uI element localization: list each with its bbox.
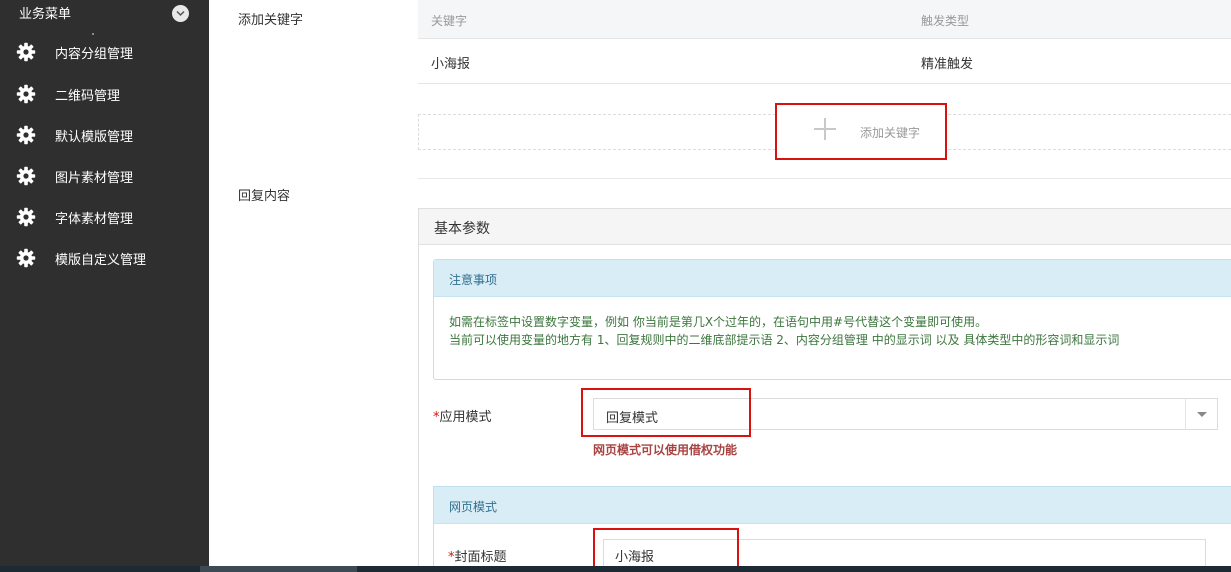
dropdown-arrow-icon[interactable] — [1185, 399, 1217, 429]
add-keyword-button-label: 添加关键字 — [860, 126, 921, 140]
sidebar-item-font-assets[interactable]: 字体素材管理 — [0, 198, 209, 234]
gear-icon — [16, 248, 36, 268]
web-mode-title: 网页模式 — [449, 500, 498, 514]
gear-icon — [16, 84, 36, 104]
notice-line: 当前可以使用变量的地方有 1、回复规则中的二维底部提示语 2、内容分组管理 中的… — [449, 333, 1120, 347]
gear-icon — [16, 166, 36, 186]
panel-header: 基本参数 — [419, 209, 1231, 245]
keyword-cell: 小海报 — [431, 57, 471, 72]
notice-header: 注意事项 — [434, 260, 1231, 297]
panel-title: 基本参数 — [434, 221, 490, 237]
add-keyword-label: 添加关键字 — [238, 13, 304, 28]
sidebar-item-label: 字体素材管理 — [55, 212, 134, 227]
add-keyword-button[interactable]: 添加关键字 — [775, 103, 947, 160]
taskbar-item[interactable] — [200, 566, 357, 572]
table-row[interactable]: 小海报 精准触发 — [418, 39, 1231, 84]
app-mode-label-text: 应用模式 — [439, 410, 492, 425]
app-mode-label: *应用模式 — [433, 406, 492, 425]
column-header-trigger-type: 触发类型 — [921, 14, 970, 28]
reply-content-label: 回复内容 — [238, 189, 291, 204]
web-mode-header: 网页模式 — [434, 487, 1231, 524]
sidebar-item-label: 图片素材管理 — [55, 171, 134, 186]
cover-title-label: *封面标题 — [448, 546, 507, 565]
sidebar-item-content-groups[interactable]: 内容分组管理 — [0, 33, 209, 69]
sidebar-item-label: 内容分组管理 — [55, 47, 134, 62]
keyword-table-header: 关键字 触发类型 — [418, 0, 1231, 39]
sidebar-item-label: 默认模版管理 — [55, 130, 134, 145]
sidebar-item-qrcode[interactable]: 二维码管理 — [0, 75, 209, 111]
sidebar-item-image-assets[interactable]: 图片素材管理 — [0, 157, 209, 193]
notice-line: 如需在标签中设置数字变量，例如 你当前是第几X个过年的，在语句中用#号代替这个变… — [449, 315, 988, 329]
sidebar-item-label: 模版自定义管理 — [55, 253, 147, 268]
app-mode-selected-value: 回复模式 — [606, 411, 659, 426]
chevron-down-icon[interactable] — [172, 5, 189, 22]
sidebar-item-label: 二维码管理 — [55, 89, 121, 104]
notice-title: 注意事项 — [449, 273, 498, 287]
sidebar: 业务菜单 内容分组管理 二维码管理 默认模版管理 图片素材管理 字体素材管理 模… — [0, 0, 209, 572]
notice-box: 注意事项 如需在标签中设置数字变量，例如 你当前是第几X个过年的，在语句中用#号… — [433, 259, 1231, 380]
column-header-keyword: 关键字 — [431, 14, 468, 28]
sidebar-item-custom-templates[interactable]: 模版自定义管理 — [0, 239, 209, 275]
gear-icon — [16, 207, 36, 227]
app-mode-select[interactable]: 回复模式 — [593, 398, 1218, 430]
trigger-type-cell: 精准触发 — [921, 57, 974, 72]
sidebar-title: 业务菜单 — [19, 7, 72, 22]
sidebar-item-default-templates[interactable]: 默认模版管理 — [0, 116, 209, 152]
gear-icon — [16, 125, 36, 145]
divider — [418, 178, 1231, 179]
taskbar — [0, 566, 1231, 572]
app-mode-hint: 网页模式可以使用借权功能 — [593, 443, 738, 457]
sidebar-header: 业务菜单 — [0, 0, 209, 24]
plus-icon — [814, 118, 836, 140]
cover-title-label-text: 封面标题 — [454, 550, 507, 565]
gear-icon — [16, 42, 36, 62]
